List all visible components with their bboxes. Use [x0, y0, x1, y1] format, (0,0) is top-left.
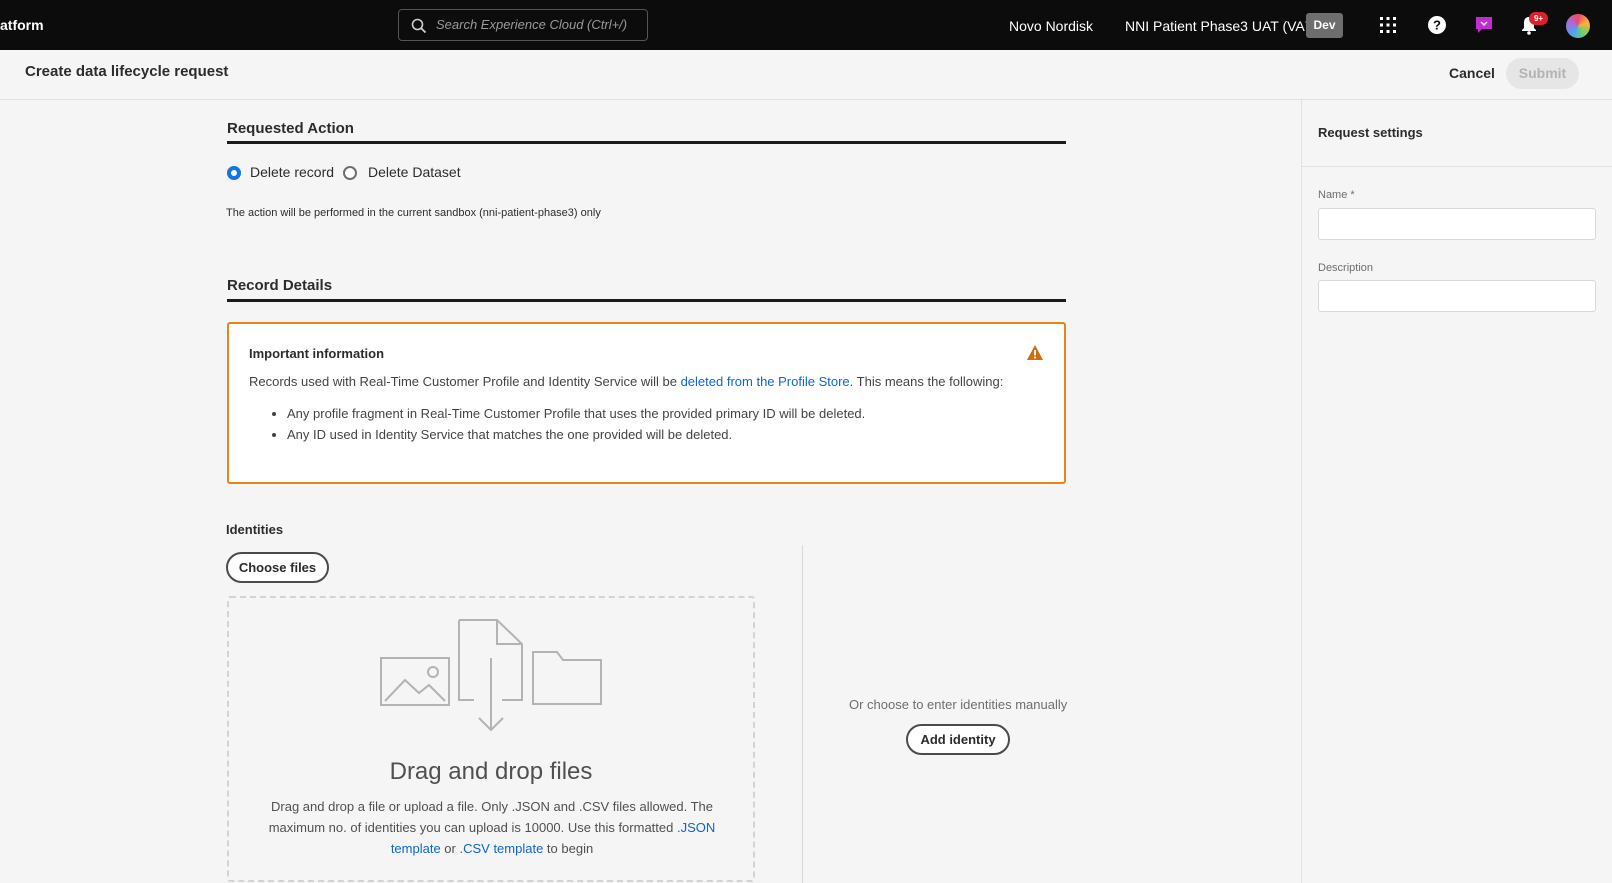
alert-body: Records used with Real-Time Customer Pro… [249, 374, 1003, 389]
drop-zone-text-or: or [440, 841, 460, 856]
csv-template-link[interactable]: .CSV template [459, 841, 543, 856]
sandbox-note: The action will be performed in the curr… [226, 207, 601, 219]
submit-button[interactable]: Submit [1506, 58, 1579, 89]
add-identity-button[interactable]: Add identity [906, 724, 1010, 755]
drop-zone-description: Drag and drop a file or upload a file. O… [247, 796, 737, 859]
delete-record-radio[interactable] [227, 166, 241, 180]
drop-zone-text: Drag and drop a file or upload a file. O… [268, 799, 713, 835]
top-nav-bar: atform Search Experience Cloud (Ctrl+/) … [0, 0, 1612, 50]
request-settings-heading: Request settings [1318, 125, 1423, 140]
help-icon[interactable]: ? [1426, 14, 1448, 36]
delete-dataset-radio[interactable] [343, 166, 357, 180]
requested-action-heading: Requested Action [227, 120, 354, 137]
file-upload-illustration [380, 619, 602, 732]
alert-title: Important information [249, 346, 385, 361]
alert-bullet: Any profile fragment in Real-Time Custom… [287, 406, 865, 422]
description-field[interactable] [1318, 280, 1596, 312]
request-settings-panel: Request settings Name * Description [1301, 100, 1612, 883]
name-label: Name * [1318, 189, 1355, 201]
search-placeholder: Search Experience Cloud (Ctrl+/) [436, 17, 628, 32]
record-details-heading: Record Details [227, 277, 333, 294]
delete-dataset-label[interactable]: Delete Dataset [368, 164, 461, 180]
profile-store-link[interactable]: deleted from the Profile Store [681, 374, 850, 389]
manual-entry-hint: Or choose to enter identities manually [849, 697, 1068, 712]
page-title: Create data lifecycle request [25, 63, 229, 80]
drop-zone-text-end: to begin [543, 841, 594, 856]
description-label: Description [1318, 262, 1374, 274]
vertical-divider [802, 545, 803, 883]
warning-icon [1027, 345, 1043, 360]
org-switcher[interactable]: Novo Nordisk [1009, 18, 1093, 34]
environment-badge: Dev [1306, 13, 1343, 38]
search-input[interactable]: Search Experience Cloud (Ctrl+/) [398, 9, 648, 41]
important-information-alert: Important information Records used with … [227, 322, 1066, 484]
cancel-button[interactable]: Cancel [1449, 65, 1495, 81]
alert-text-end: . This means the following: [849, 374, 1004, 389]
search-icon [411, 18, 427, 34]
delete-record-label[interactable]: Delete record [250, 164, 334, 180]
file-drop-zone[interactable]: Drag and drop files Drag and drop a file… [227, 596, 755, 882]
alert-bullet-list: Any profile fragment in Real-Time Custom… [269, 406, 865, 448]
app-switcher-grid-icon[interactable] [1377, 14, 1399, 36]
name-field[interactable] [1318, 208, 1596, 240]
alert-text: Records used with Real-Time Customer Pro… [249, 374, 681, 389]
user-avatar[interactable] [1566, 14, 1590, 38]
svg-text:?: ? [1433, 18, 1441, 33]
section-divider [227, 141, 1066, 144]
panel-divider [1302, 166, 1612, 167]
product-name[interactable]: atform [0, 17, 44, 33]
notifications-count-badge: 9+ [1529, 12, 1548, 25]
sandbox-switcher[interactable]: NNI Patient Phase3 UAT (VA7) [1125, 18, 1317, 34]
drop-zone-title: Drag and drop files [389, 758, 593, 785]
choose-files-button[interactable]: Choose files [226, 552, 329, 583]
section-divider [227, 299, 1066, 302]
identities-heading: Identities [226, 522, 284, 537]
feedback-chat-icon[interactable] [1473, 14, 1495, 36]
alert-bullet: Any ID used in Identity Service that mat… [287, 427, 865, 443]
page-header: Create data lifecycle request Cancel Sub… [0, 50, 1612, 100]
